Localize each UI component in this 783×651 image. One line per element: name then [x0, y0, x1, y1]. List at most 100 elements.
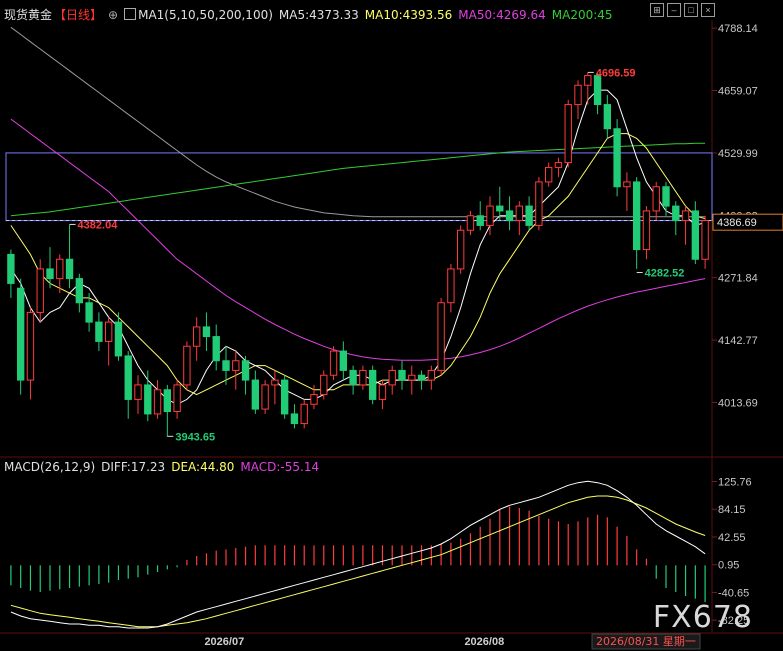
price-annotation: 4382.04: [78, 219, 119, 231]
price-annotation: 3943.65: [175, 431, 215, 443]
x-tick-label: 2026/08: [464, 636, 504, 648]
candle-body: [320, 374, 328, 396]
candle-body: [525, 205, 533, 226]
candle-body: [144, 384, 152, 415]
candle-body: [153, 389, 162, 415]
candle-body: [359, 369, 367, 386]
candle-body: [642, 210, 651, 251]
candle-body: [134, 384, 142, 400]
candle-body: [554, 162, 563, 168]
candle-body: [544, 166, 553, 183]
candle-body: [16, 287, 25, 381]
candle-body: [124, 355, 132, 400]
candle-body: [368, 369, 377, 400]
candle-body: [603, 104, 612, 130]
price-annotation: 4696.59: [596, 67, 636, 79]
y-tick-label: 4788.14: [718, 23, 758, 35]
cursor-date-label: 2026/08/31 星期一: [596, 635, 696, 648]
candle-body: [662, 186, 670, 207]
candle-body: [349, 369, 357, 386]
candle-body: [691, 210, 700, 260]
candle-body: [378, 384, 387, 400]
candle-body: [46, 268, 54, 280]
candle-body: [701, 220, 709, 260]
y-tick-label: 4529.99: [718, 148, 758, 160]
candle-body: [329, 350, 338, 376]
candle-body: [398, 369, 406, 381]
candle-body: [466, 215, 475, 231]
candle-body: [613, 128, 621, 188]
dea-line: [10, 495, 706, 628]
candle-body: [496, 205, 504, 212]
y-tick-label: 4142.77: [718, 335, 758, 347]
candle-body: [36, 268, 44, 313]
candle-body: [574, 84, 582, 106]
macd-y-tick-label: 84.15: [718, 504, 746, 516]
candle-body: [623, 181, 631, 188]
watermark: FX678: [652, 600, 753, 635]
y-tick-label: 4271.84: [718, 273, 758, 285]
candle-body: [241, 360, 250, 381]
candle-body: [417, 374, 426, 381]
candle-body: [202, 326, 211, 338]
candle-body: [212, 336, 220, 362]
candle-body: [339, 350, 348, 371]
candle-body: [408, 374, 416, 381]
candle-body: [173, 384, 181, 412]
candle-body: [437, 302, 445, 371]
candle-body: [7, 253, 15, 284]
candle-body: [681, 210, 690, 222]
ma100-line: [10, 26, 706, 218]
candle-body: [56, 258, 64, 280]
candle-body: [261, 384, 269, 410]
candle-body: [505, 210, 514, 222]
diff-line: [10, 480, 706, 629]
candle-body: [515, 205, 524, 222]
candle-body: [447, 268, 455, 304]
y-tick-label: 4013.69: [718, 397, 758, 409]
candle-body: [290, 413, 299, 425]
candle-body: [456, 229, 465, 270]
current-price-label: 4386.69: [717, 217, 757, 229]
candle-body: [65, 258, 74, 280]
candle-body: [564, 104, 572, 164]
y-tick-label: 4659.07: [718, 86, 758, 98]
candle-body: [632, 181, 641, 251]
range-box: [5, 152, 713, 222]
candle-body: [300, 403, 308, 425]
candle-body: [593, 75, 602, 106]
candle-body: [114, 321, 123, 357]
price-chart[interactable]: 4788.144659.074529.994400.924271.844142.…: [0, 0, 783, 651]
candle-body: [95, 321, 103, 342]
candle-body: [104, 321, 113, 342]
candle-body: [310, 394, 318, 405]
candle-body: [672, 205, 680, 222]
candle-body: [280, 379, 289, 415]
macd-y-tick-label: 0.95: [718, 560, 739, 572]
candle-body: [271, 379, 279, 386]
candle-body: [388, 369, 396, 386]
candle-body: [486, 205, 494, 226]
candle-body: [183, 345, 191, 386]
macd-y-tick-label: 125.76: [718, 476, 752, 488]
candle-body: [85, 302, 93, 323]
price-annotation: 4282.52: [645, 268, 685, 280]
macd-y-tick-label: 42.55: [718, 532, 746, 544]
x-tick-label: 2026/07: [204, 636, 244, 648]
candle-body: [427, 369, 436, 381]
candle-body: [163, 389, 172, 412]
candle-body: [476, 215, 484, 226]
ma5-line: [10, 89, 706, 405]
candle-body: [251, 379, 260, 410]
candle-body: [26, 311, 35, 381]
macd-y-tick-label: -40.65: [718, 587, 749, 599]
candle-body: [232, 360, 240, 371]
chart-window: 现货黄金 【日线】 ⊕ MA1(5,10,50,200,100) MA5:4373.33…: [0, 0, 783, 651]
ma200-line: [10, 142, 706, 217]
candle-body: [535, 181, 543, 226]
candle-body: [222, 360, 230, 371]
candle-body: [75, 278, 84, 304]
candle-body: [584, 75, 592, 86]
candle-body: [192, 326, 201, 347]
candle-body: [652, 186, 660, 212]
